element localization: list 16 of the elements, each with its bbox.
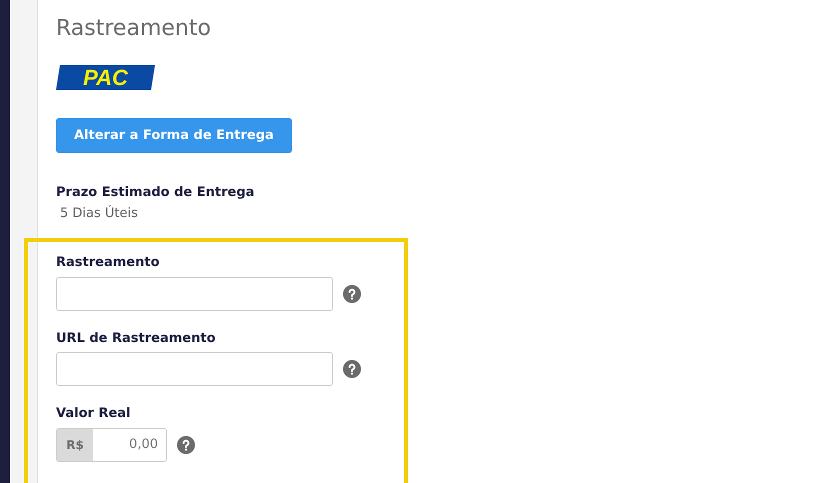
help-icon[interactable] <box>343 284 361 302</box>
field-label: URL de Rastreamento <box>56 330 217 348</box>
help-icon[interactable] <box>343 360 361 378</box>
field-label: Rastreamento <box>56 254 160 272</box>
text-field[interactable] <box>56 276 333 310</box>
currency-field[interactable]: R$ 0,00 <box>56 428 167 462</box>
currency-prefix: R$ <box>57 428 93 460</box>
estimate-value: 5 Dias Úteis <box>59 204 139 222</box>
estimate-label: Prazo Estimado de Entrega <box>56 184 256 202</box>
page-title: Rastreamento <box>56 15 212 43</box>
change-delivery-button[interactable]: Alterar a Forma de Entrega <box>56 118 292 153</box>
help-icon[interactable] <box>177 436 195 454</box>
text-field[interactable] <box>56 352 333 386</box>
field-label: Valor Real <box>56 405 132 423</box>
currency-value: 0,00 <box>128 436 159 454</box>
carrier-logo: PAC <box>56 65 155 90</box>
